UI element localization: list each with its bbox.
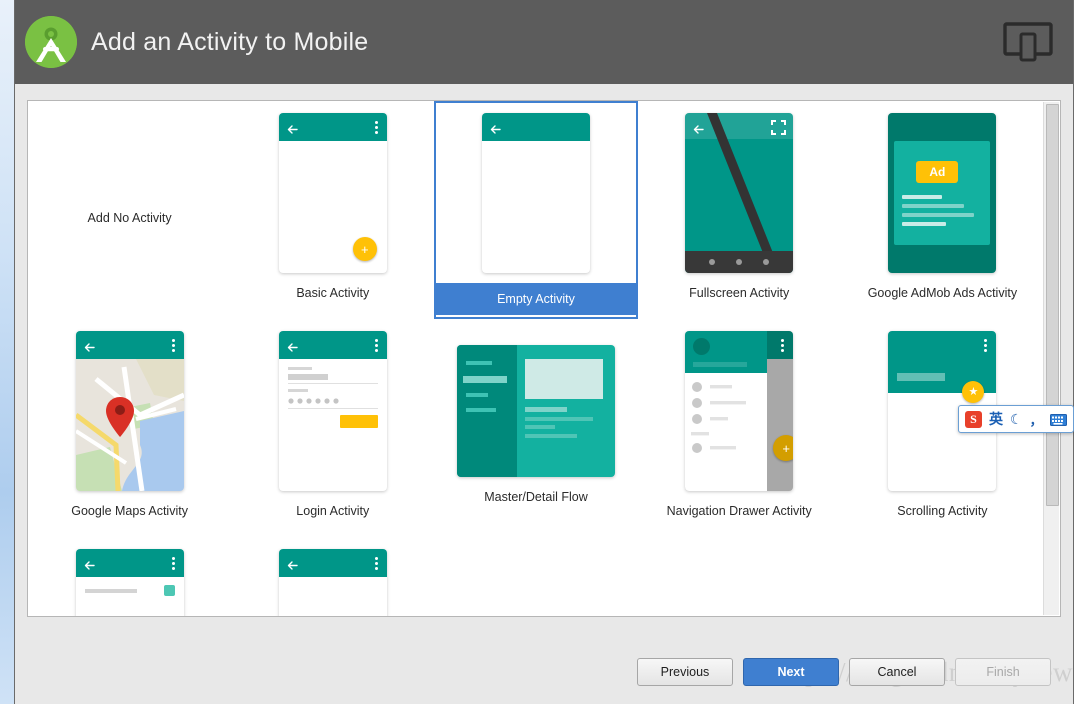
activity-tile-label: Google Maps Activity <box>71 503 188 519</box>
devices-monitor-phone-icon[interactable] <box>1003 19 1053 65</box>
back-arrow-icon <box>84 340 95 351</box>
partial-activity-thumbnail <box>279 549 387 617</box>
ad-badge: Ad <box>916 161 958 183</box>
partial-activity-thumbnail <box>76 549 184 617</box>
dialog-header: Add an Activity to Mobile <box>15 0 1073 84</box>
activity-tile-navigation-drawer-activity[interactable]: + <box>638 319 841 537</box>
floating-action-button: + <box>353 237 377 261</box>
dialog-footer: https://blog.csdn.net/yuewen2008 Previou… <box>15 618 1073 704</box>
overflow-menu-icon <box>781 339 784 352</box>
back-arrow-icon <box>287 340 298 351</box>
finish-button: Finish <box>955 658 1051 686</box>
drawer-items <box>685 375 767 475</box>
activity-tile-basic-activity[interactable]: + Basic Activity <box>231 101 434 319</box>
navdrawer-activity-thumbnail: + <box>685 331 793 491</box>
activity-tile-label: Empty Activity <box>436 283 635 315</box>
next-button[interactable]: Next <box>743 658 839 686</box>
activity-tile-label: Fullscreen Activity <box>689 285 789 301</box>
activity-tile-label: Login Activity <box>296 503 369 519</box>
previous-button[interactable]: Previous <box>637 658 733 686</box>
overflow-menu-icon <box>984 339 987 352</box>
punctuation-icon[interactable]: ， <box>1030 410 1043 429</box>
activity-tile-partial-blank[interactable] <box>231 537 434 617</box>
maps-activity-thumbnail <box>76 331 184 491</box>
overflow-menu-icon <box>172 557 175 570</box>
add-activity-dialog: Add an Activity to Mobile Add No Activit… <box>14 0 1074 704</box>
fullscreen-activity-thumbnail <box>685 113 793 273</box>
activity-tile-partial-settings[interactable] <box>28 537 231 617</box>
activity-tile-label: Scrolling Activity <box>897 503 987 519</box>
activity-tile-master-detail-flow[interactable]: Master/Detail Flow <box>434 319 637 537</box>
dialog-button-row: Previous Next Cancel Finish <box>637 658 1051 686</box>
ime-language-mode[interactable]: 英 <box>989 409 1003 429</box>
activity-tile-label: Navigation Drawer Activity <box>667 503 812 519</box>
login-activity-thumbnail <box>279 331 387 491</box>
back-arrow-icon <box>693 122 704 133</box>
activity-tile-google-maps-activity[interactable]: Google Maps Activity <box>28 319 231 537</box>
activity-tile-login-activity[interactable]: Login Activity <box>231 319 434 537</box>
back-arrow-icon <box>84 558 95 569</box>
vertical-scrollbar-thumb[interactable] <box>1046 104 1059 506</box>
floating-action-button: + <box>773 435 793 461</box>
activity-tile-empty-activity[interactable]: Empty Activity <box>434 101 637 319</box>
android-studio-logo-icon <box>25 16 77 68</box>
sign-in-button <box>340 415 378 428</box>
keyboard-icon[interactable] <box>1050 413 1067 425</box>
master-detail-thumbnail <box>457 345 615 477</box>
activity-tile-label: Basic Activity <box>296 285 369 301</box>
checkbox-icon <box>164 585 175 596</box>
activity-template-grid: Add No Activity + Basic Activity <box>28 101 1044 617</box>
fullscreen-expand-icon <box>771 120 786 140</box>
overflow-menu-icon <box>375 121 378 134</box>
activity-template-scroll-panel[interactable]: Add No Activity + Basic Activity <box>27 100 1061 617</box>
dialog-title: Add an Activity to Mobile <box>91 28 368 57</box>
activity-tile-add-no-activity[interactable]: Add No Activity <box>28 101 231 319</box>
activity-tile-label: Google AdMob Ads Activity <box>868 285 1017 301</box>
moon-icon[interactable]: ☾ <box>1010 411 1023 428</box>
back-arrow-icon <box>287 558 298 569</box>
vertical-scrollbar-track[interactable] <box>1043 102 1059 615</box>
admob-activity-thumbnail: Ad <box>888 113 996 273</box>
sogou-logo-icon[interactable]: S <box>965 411 982 428</box>
overflow-menu-icon <box>172 339 175 352</box>
sogou-ime-toolbar[interactable]: S 英 ☾ ， <box>958 405 1074 433</box>
activity-tile-label: Add No Activity <box>76 211 184 225</box>
overflow-menu-icon <box>375 339 378 352</box>
activity-tile-google-admob-ads-activity[interactable]: Ad Google AdMob Ads Activity <box>841 101 1044 319</box>
overflow-menu-icon <box>375 557 378 570</box>
no-activity-placeholder: Add No Activity <box>76 113 184 273</box>
back-arrow-icon <box>287 122 298 133</box>
map-illustration <box>76 359 184 491</box>
floating-action-button: ★ <box>962 381 984 403</box>
detail-image <box>525 359 603 399</box>
activity-tile-label: Master/Detail Flow <box>484 489 588 505</box>
cancel-button[interactable]: Cancel <box>849 658 945 686</box>
activity-tile-fullscreen-activity[interactable]: Fullscreen Activity <box>638 101 841 319</box>
back-arrow-icon <box>490 122 501 133</box>
empty-activity-thumbnail <box>482 113 590 273</box>
basic-activity-thumbnail: + <box>279 113 387 273</box>
password-dots-icon <box>288 397 340 405</box>
